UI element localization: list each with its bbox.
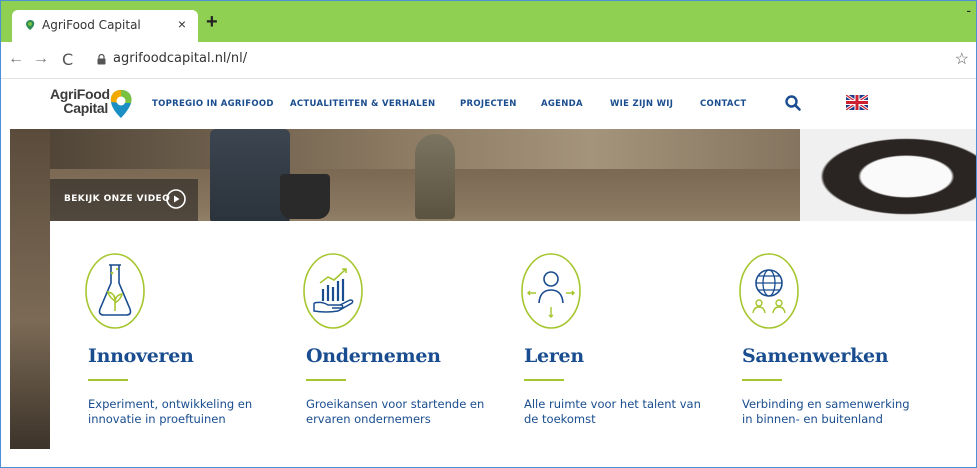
forward-icon[interactable]: → [33, 50, 49, 68]
video-label: BEKIJK ONZE VIDEO [64, 194, 171, 204]
logo[interactable]: AgriFood Capital [50, 87, 140, 123]
reload-icon[interactable]: C [62, 50, 73, 69]
farmer-figure [210, 129, 290, 224]
menu-item-projecten[interactable]: PROJECTEN [460, 99, 517, 109]
child-figure [415, 134, 455, 219]
menu-item-contact[interactable]: CONTACT [700, 99, 746, 109]
browser-window: AgriFood Capital × + - ← → C agrifoodcap… [0, 0, 977, 468]
tab-title: AgriFood Capital [42, 18, 141, 32]
watch-video-button[interactable]: BEKIJK ONZE VIDEO [50, 179, 198, 221]
growth-chart-hand-icon [303, 253, 363, 329]
lock-icon [97, 54, 106, 65]
logo-text: AgriFood Capital [50, 86, 110, 116]
pillar-rule [88, 379, 128, 381]
pillar-title: Innoveren [88, 345, 194, 367]
favicon-icon [26, 20, 35, 30]
tab-bar: AgriFood Capital × + - [0, 0, 977, 42]
bucket [280, 174, 330, 219]
menu-item-wie-zijn-wij[interactable]: WIE ZIJN WIJ [610, 99, 673, 109]
pillar-title: Ondernemen [306, 345, 441, 367]
person-arrows-icon [521, 253, 581, 329]
address-bar: ← → C agrifoodcapital.nl/nl/ ☆ [0, 42, 977, 79]
menu-item-actualiteiten[interactable]: ACTUALITEITEN & VERHALEN [290, 99, 435, 109]
url-field[interactable]: agrifoodcapital.nl/nl/ [113, 51, 247, 66]
menu-item-topregio[interactable]: TOPREGIO IN AGRIFOOD [152, 99, 274, 109]
uk-flag-icon[interactable] [846, 95, 868, 110]
site-header: AgriFood Capital TOPREGIO IN AGRIFOOD AC… [10, 79, 977, 129]
new-tab-button[interactable]: + [206, 12, 218, 32]
search-icon[interactable] [784, 94, 802, 112]
browser-tab[interactable]: AgriFood Capital × [12, 10, 198, 42]
flask-icon [85, 253, 145, 329]
pillar-description: Groeikansen voor startende en ervaren on… [306, 397, 485, 426]
pillar-rule [306, 379, 346, 381]
globe-people-icon [739, 253, 799, 329]
minimize-button[interactable]: - [966, 2, 971, 18]
pillar-description: Experiment, ontwikkeling en innovatie in… [88, 397, 253, 426]
cow-figure [800, 129, 977, 224]
pillar-rule [742, 379, 782, 381]
logo-line-1: AgriFood [50, 86, 110, 102]
tab-close-icon[interactable]: × [178, 16, 186, 32]
pillar-title: Leren [524, 345, 584, 367]
pillar-description: Alle ruimte voor het talent van de toeko… [524, 397, 701, 426]
logo-mark-icon [110, 90, 132, 118]
pillars-panel: Innoveren Experiment, ontwikkeling en in… [50, 221, 977, 468]
pillar-rule [524, 379, 564, 381]
logo-line-2: Capital [63, 100, 108, 116]
play-icon [166, 189, 186, 209]
pillar-title: Samenwerken [742, 345, 889, 367]
back-icon[interactable]: ← [8, 50, 24, 68]
pillar-description: Verbinding en samenwerking in binnen- en… [742, 397, 910, 426]
menu-item-agenda[interactable]: AGENDA [541, 99, 583, 109]
bookmark-star-icon[interactable]: ☆ [955, 49, 969, 69]
hero-left-edge [10, 129, 50, 449]
